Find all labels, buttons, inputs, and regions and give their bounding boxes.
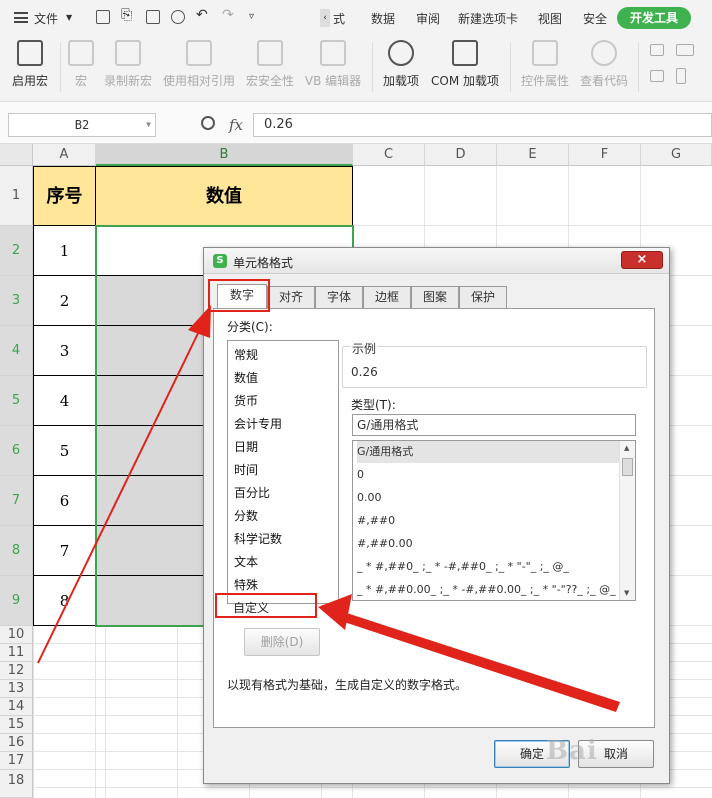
arrow-head-1 [188,305,211,338]
watermark: Bai [546,736,598,766]
arrow-line-2 [322,605,620,712]
arrow-line-1 [37,322,204,664]
arrow-head-2 [318,594,352,630]
annotation-arrows [37,305,620,712]
